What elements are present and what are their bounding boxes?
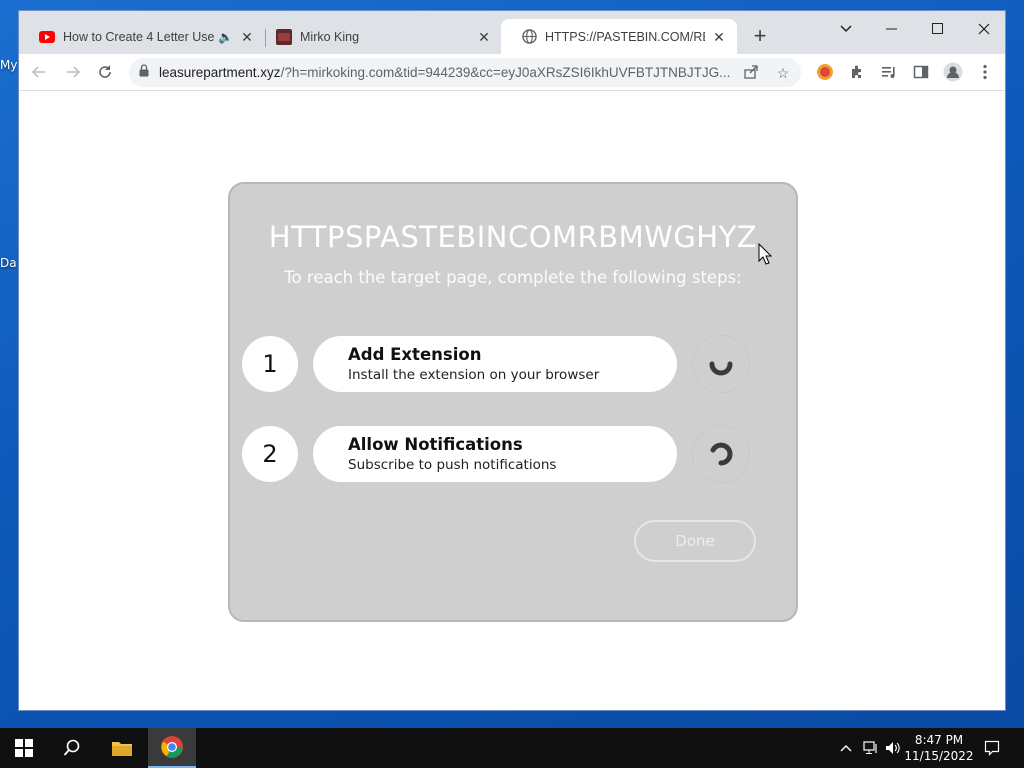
browser-menu-icon[interactable]	[971, 58, 999, 86]
tab-youtube[interactable]: How to Create 4 Letter Usern 🔈 ✕	[19, 19, 265, 54]
done-button[interactable]: Done	[634, 520, 756, 562]
start-button[interactable]	[0, 728, 48, 768]
extensions-puzzle-icon[interactable]	[843, 58, 871, 86]
lock-icon[interactable]	[139, 63, 149, 82]
step-add-extension[interactable]: Add Extension Install the extension on y…	[313, 336, 677, 392]
dialog-title: HTTPSPASTEBINCOMRBMWGHYZ	[268, 220, 758, 254]
url-host: leasurepartment.xyz	[159, 65, 281, 80]
address-bar[interactable]: leasurepartment.xyz/?h=mirkoking.com&tid…	[129, 58, 801, 87]
reload-button[interactable]	[91, 58, 119, 86]
profile-avatar-icon[interactable]	[939, 58, 967, 86]
show-hidden-icons-chevron-icon[interactable]	[836, 728, 856, 768]
network-icon[interactable]	[860, 728, 882, 768]
clock-time: 8:47 PM	[914, 733, 964, 747]
dialog-subtitle: To reach the target page, complete the f…	[284, 268, 742, 287]
tab-mirko-king[interactable]: Mirko King ✕	[256, 19, 502, 54]
step-allow-notifications[interactable]: Allow Notifications Subscribe to push no…	[313, 426, 677, 482]
site-thumbnail-icon	[276, 28, 292, 45]
browser-window: How to Create 4 Letter Usern 🔈 ✕ Mirko K…	[18, 10, 1006, 711]
forward-button[interactable]	[59, 58, 87, 86]
youtube-icon	[39, 29, 55, 45]
system-clock[interactable]: 8:47 PM 11/15/2022	[896, 732, 982, 764]
step-heading: Add Extension	[348, 345, 482, 364]
tab-title: Mirko King	[300, 29, 360, 44]
speaker-icon[interactable]: 🔈	[218, 30, 233, 44]
desktop-icon-label[interactable]: Da	[0, 256, 17, 270]
mouse-cursor-icon	[758, 242, 773, 270]
chrome-taskbar-icon[interactable]	[148, 728, 196, 768]
url-path: /?h=mirkoking.com&tid=944239&cc=eyJ0aXRs…	[280, 65, 731, 80]
tab-title: HTTPS://PASTEBIN.COM/RBMWG	[545, 29, 705, 44]
close-tab-icon[interactable]: ✕	[711, 29, 727, 45]
tab-search-icon[interactable]	[823, 15, 869, 43]
close-window-button[interactable]	[961, 15, 1005, 43]
url-text[interactable]: leasurepartment.xyz/?h=mirkoking.com&tid…	[159, 65, 749, 80]
loading-spinner-icon	[692, 335, 750, 393]
step-description: Install the extension on your browser	[348, 367, 600, 383]
extension-avatar-icon[interactable]	[811, 58, 839, 86]
desktop-icon-label[interactable]: My	[0, 58, 17, 72]
tab-title: How to Create 4 Letter Usern	[63, 29, 215, 44]
step-number: 2	[242, 426, 298, 482]
file-explorer-icon[interactable]	[98, 728, 146, 768]
share-icon[interactable]	[742, 64, 760, 82]
bookmark-star-icon[interactable]: ☆	[774, 64, 792, 82]
media-controls-icon[interactable]	[875, 58, 903, 86]
loading-spinner-icon	[692, 425, 750, 483]
minimize-button[interactable]	[869, 15, 915, 43]
taskbar: 8:47 PM 11/15/2022	[0, 728, 1024, 768]
tab-pastebin[interactable]: HTTPS://PASTEBIN.COM/RBMWG ✕	[501, 19, 737, 54]
back-button[interactable]	[25, 58, 53, 86]
notifications-icon[interactable]	[980, 728, 1004, 768]
steps-dialog: HTTPSPASTEBINCOMRBMWGHYZ To reach the ta…	[228, 182, 798, 622]
clock-date: 11/15/2022	[904, 749, 974, 763]
browser-toolbar: leasurepartment.xyz/?h=mirkoking.com&tid…	[19, 54, 1005, 91]
close-tab-icon[interactable]: ✕	[239, 29, 255, 45]
close-tab-icon[interactable]: ✕	[476, 29, 492, 45]
step-heading: Allow Notifications	[348, 435, 523, 454]
search-icon[interactable]	[48, 728, 96, 768]
maximize-button[interactable]	[915, 15, 961, 43]
step-number: 1	[242, 336, 298, 392]
tab-strip: How to Create 4 Letter Usern 🔈 ✕ Mirko K…	[19, 11, 1005, 54]
new-tab-button[interactable]: +	[749, 25, 771, 47]
globe-icon	[521, 29, 537, 45]
side-panel-icon[interactable]	[907, 58, 935, 86]
page-content: HTTPSPASTEBINCOMRBMWGHYZ To reach the ta…	[19, 92, 1005, 710]
step-description: Subscribe to push notifications	[348, 457, 557, 473]
